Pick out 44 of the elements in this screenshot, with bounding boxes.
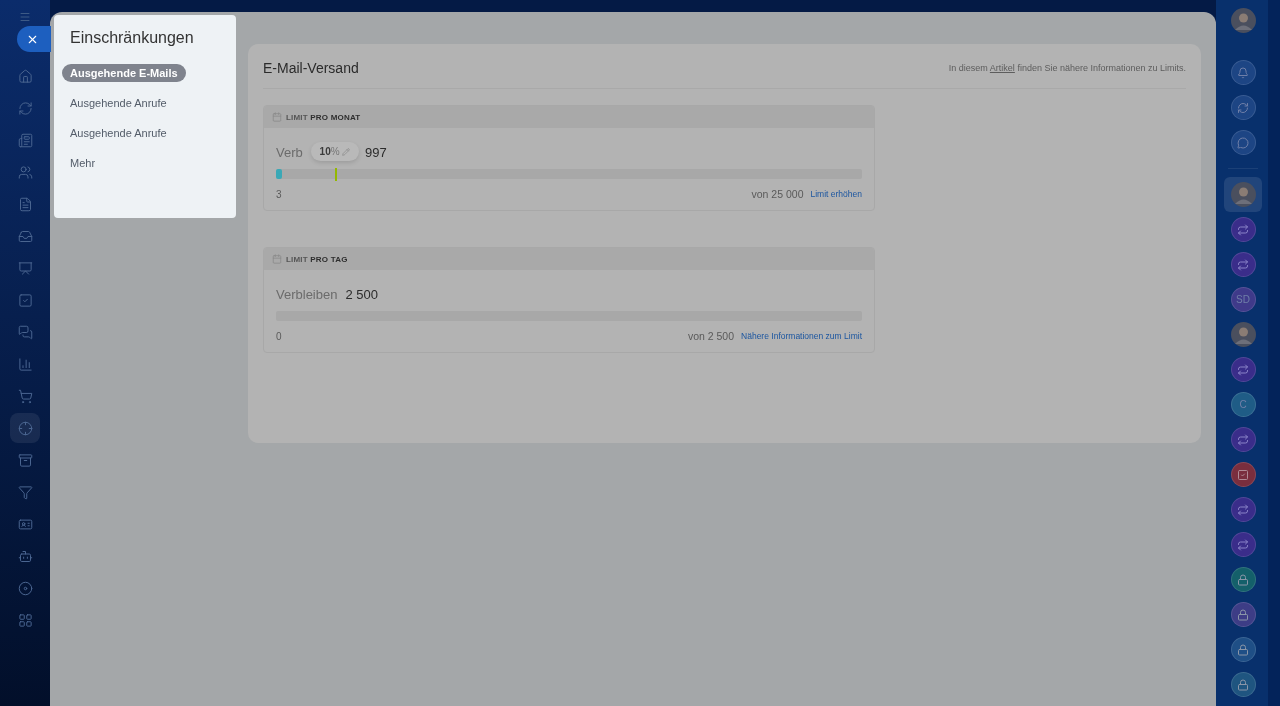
lock-icon[interactable] [1230,567,1256,592]
contact-initials[interactable]: SD [1230,287,1256,312]
open-channel-icon[interactable] [1230,427,1256,452]
avatar-icon[interactable] [1230,322,1256,347]
popup-menu-item[interactable]: Ausgehende Anrufe [62,94,175,112]
popup-menu-item[interactable]: Ausgehende Anrufe [62,124,175,142]
remaining-label: Verbleiben [276,287,338,302]
used-count: 0 [276,330,282,342]
edit-icon[interactable] [341,147,350,156]
lock-icon[interactable] [1230,637,1256,662]
avatar-icon[interactable] [1230,182,1256,207]
avatar-icon[interactable] [1230,8,1256,33]
limit-heading: LIMIT PRO MONAT [286,112,361,122]
remaining-value: 2 500 [345,287,378,302]
limit-link[interactable]: Limit erhöhen [810,189,862,199]
limit-heading: LIMIT PRO TAG [286,254,348,264]
lock-icon[interactable] [1230,672,1256,697]
page-title: E-Mail-Versand [263,60,359,76]
limit-total: von 25 000 [751,188,804,200]
calendar-icon [272,112,282,122]
calendar-icon [272,254,282,264]
article-link[interactable]: Artikel [989,63,1015,73]
popup-title: Einschränkungen [69,29,195,47]
bell-icon[interactable] [1230,60,1256,85]
nav-icon[interactable] [10,413,40,443]
open-channel-icon[interactable] [1230,252,1256,277]
lock-icon[interactable] [1230,602,1256,627]
info-note: In diesem Artikel finden Sie nähere Informationen zu Limits. [948,63,1186,73]
threshold-tooltip[interactable]: 10% [310,142,359,161]
remaining-label: Verb [276,145,303,160]
task-icon[interactable] [1230,462,1256,487]
popup-menu-item[interactable]: Ausgehende E-Mails [62,64,186,82]
remaining-value: 997 [365,145,387,160]
open-channel-icon[interactable] [1230,532,1256,557]
chat-icon[interactable] [1230,130,1256,155]
open-channel-icon[interactable] [1230,497,1256,522]
open-channel-icon[interactable] [1230,217,1256,242]
limit-total: von 2 500 [687,330,735,342]
close-button[interactable] [17,26,51,52]
used-count: 3 [276,188,282,200]
menu-icon[interactable] [19,11,31,23]
limit-link[interactable]: Nähere Informationen zum Limit [741,331,862,341]
open-channel-icon[interactable] [1230,357,1256,382]
popup-menu-item[interactable]: Mehr [62,154,104,172]
